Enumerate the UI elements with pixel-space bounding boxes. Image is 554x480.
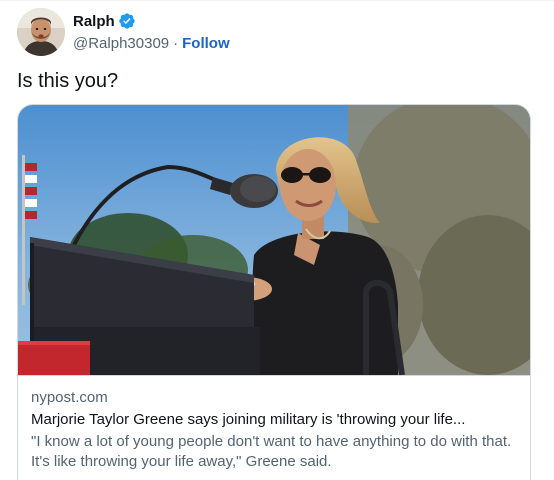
card-description: "I know a lot of young people don't want… — [31, 433, 512, 470]
separator-dot: · — [173, 34, 179, 52]
handle-row: @Ralph30309 · Follow — [73, 33, 230, 53]
user-meta: Ralph @Ralph30309 · Follow — [73, 11, 230, 53]
card-domain: nypost.com — [31, 389, 108, 406]
link-card[interactable]: nypost.com Marjorie Taylor Greene says j… — [17, 104, 531, 480]
display-name[interactable]: Ralph — [73, 13, 115, 30]
name-row: Ralph — [73, 11, 230, 31]
follow-link[interactable]: Follow — [182, 35, 230, 52]
tweet-text: Is this you? — [17, 70, 119, 92]
tweet-header: Ralph @Ralph30309 · Follow — [17, 8, 230, 56]
top-divider — [0, 0, 554, 1]
card-body: nypost.com Marjorie Taylor Greene says j… — [18, 375, 530, 472]
avatar[interactable] — [17, 8, 65, 56]
avatar-portrait-icon — [17, 8, 65, 56]
user-handle[interactable]: @Ralph30309 — [73, 35, 169, 52]
verified-badge-icon — [118, 13, 135, 29]
card-image[interactable] — [18, 105, 531, 375]
card-title[interactable]: Marjorie Taylor Greene says joining mili… — [31, 410, 517, 430]
